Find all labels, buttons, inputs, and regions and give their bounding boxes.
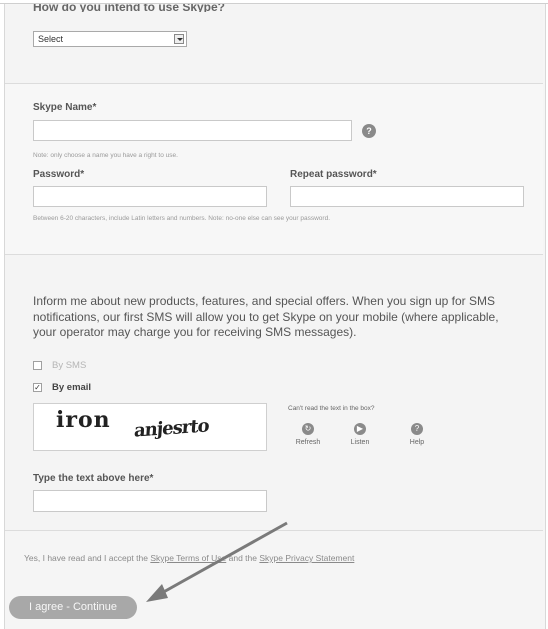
pointer-arrow-icon <box>146 521 288 602</box>
